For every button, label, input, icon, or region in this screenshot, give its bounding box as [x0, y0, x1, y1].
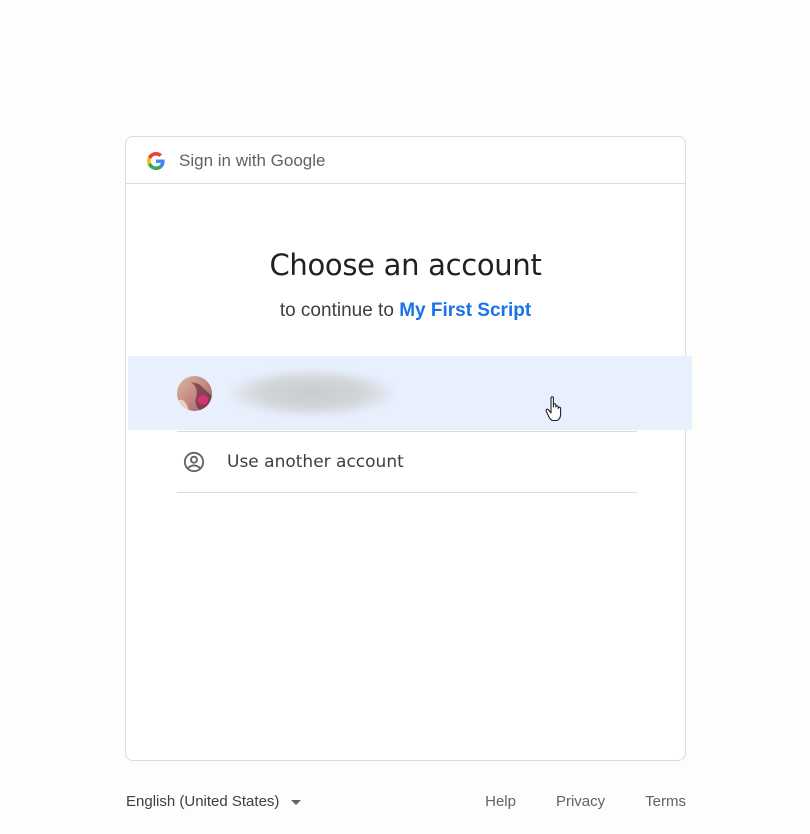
header-title: Sign in with Google: [179, 151, 326, 170]
footer: English (United States) Help Privacy Ter…: [126, 793, 686, 813]
dropdown-arrow-icon: [291, 799, 302, 805]
terms-link[interactable]: Terms: [645, 793, 686, 810]
hand-pointer-cursor-icon: [545, 396, 562, 422]
subtitle-prefix: to continue to: [279, 300, 394, 321]
use-another-account-label: Use another account: [227, 452, 404, 472]
sign-in-card: Sign in with Google Choose an account to…: [125, 136, 692, 761]
use-another-account-button[interactable]: Use another account: [177, 432, 637, 492]
account-item[interactable]: [128, 356, 692, 430]
language-label: English (United States): [126, 793, 280, 810]
app-name-link[interactable]: My First Script: [399, 300, 531, 321]
google-logo-icon: [147, 152, 165, 170]
privacy-link[interactable]: Privacy: [556, 793, 605, 810]
page: Sign in with Google Choose an account to…: [0, 0, 810, 834]
language-selector[interactable]: English (United States): [126, 793, 302, 810]
page-subtitle: to continue to My First Script: [126, 300, 685, 322]
divider: [177, 492, 637, 493]
page-title: Choose an account: [269, 248, 542, 282]
card-header: Sign in with Google: [126, 137, 685, 184]
footer-links: Help Privacy Terms: [485, 793, 686, 810]
user-avatar: [177, 376, 212, 411]
account-name-redacted: [228, 369, 396, 417]
person-circle-icon: [183, 451, 205, 473]
help-link[interactable]: Help: [485, 793, 516, 810]
